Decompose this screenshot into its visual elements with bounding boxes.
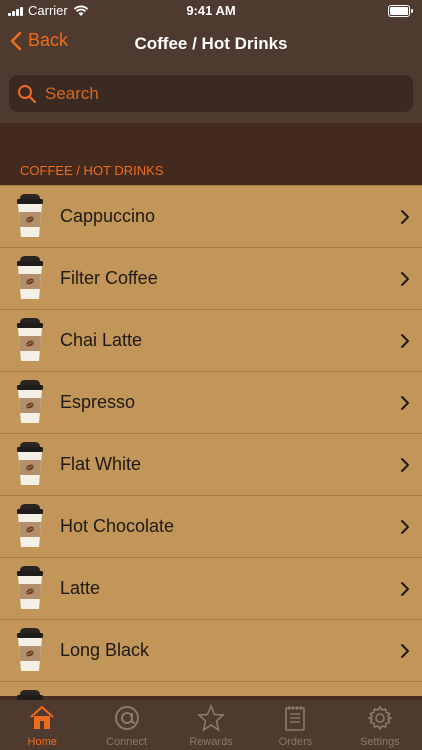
- tab-orders[interactable]: Orders: [253, 700, 337, 750]
- list-item[interactable]: Filter Coffee: [0, 247, 422, 309]
- status-bar: Carrier 9:41 AM: [0, 0, 422, 22]
- chevron-right-icon: [400, 643, 410, 659]
- tab-label: Rewards: [189, 736, 233, 748]
- status-right: [388, 5, 413, 17]
- chevron-right-icon: [400, 333, 410, 349]
- list-item[interactable]: Espresso: [0, 371, 422, 433]
- list-item-label: Chai Latte: [60, 330, 143, 350]
- list-item-label: Flat White: [60, 454, 142, 474]
- tab-label: Orders: [278, 736, 313, 748]
- tab-bar: Home Connect Rewards Orders Settings: [0, 700, 422, 750]
- star-icon: [197, 703, 225, 732]
- tab-settings[interactable]: Settings: [338, 700, 422, 750]
- coffee-cup-icon: [14, 441, 46, 487]
- list-item[interactable]: [0, 681, 422, 733]
- drink-list: Cappuccino Filter Coffee Chai Latte Espr…: [0, 185, 422, 733]
- list-item[interactable]: Latte: [0, 557, 422, 619]
- tab-rewards[interactable]: Rewards: [169, 700, 253, 750]
- coffee-cup-icon: [14, 565, 46, 611]
- list-item-label: Cappuccino: [60, 206, 156, 226]
- coffee-cup-icon: [14, 503, 46, 549]
- home-icon: [28, 704, 56, 732]
- status-time: 9:41 AM: [186, 3, 236, 18]
- coffee-cup-icon: [14, 193, 46, 239]
- at-icon: [113, 704, 141, 732]
- chevron-right-icon: [400, 395, 410, 411]
- list-item[interactable]: Long Black: [0, 619, 422, 681]
- section-header: COFFEE / HOT DRINKS: [20, 163, 164, 178]
- list-item[interactable]: Flat White: [0, 433, 422, 495]
- coffee-cup-icon: [14, 255, 46, 301]
- tab-home[interactable]: Home: [0, 700, 84, 750]
- list-item[interactable]: Hot Chocolate: [0, 495, 422, 557]
- tab-label: Connect: [106, 736, 148, 748]
- chevron-right-icon: [400, 581, 410, 597]
- list-item-label: Long Black: [60, 640, 150, 660]
- list-item-label: Filter Coffee: [60, 268, 158, 288]
- coffee-cup-icon: [14, 317, 46, 363]
- tab-label: Home: [27, 736, 57, 748]
- list-item[interactable]: Chai Latte: [0, 309, 422, 371]
- notepad-icon: [281, 704, 309, 732]
- tab-connect[interactable]: Connect: [84, 700, 168, 750]
- chevron-right-icon: [400, 209, 410, 225]
- chevron-right-icon: [400, 457, 410, 473]
- search-bar[interactable]: [9, 75, 413, 112]
- search-bar-container: [0, 66, 422, 123]
- list-item-label: Espresso: [60, 392, 136, 412]
- tab-label: Settings: [359, 736, 400, 748]
- list-item[interactable]: Cappuccino: [0, 185, 422, 247]
- page-title: Coffee / Hot Drinks: [134, 34, 288, 53]
- gear-icon: [366, 704, 394, 732]
- navigation-bar: Back Coffee / Hot Drinks: [0, 22, 422, 66]
- list-item-label: Latte: [60, 578, 101, 598]
- battery-icon: [388, 5, 413, 17]
- search-input[interactable]: [43, 82, 407, 105]
- chevron-right-icon: [400, 519, 410, 535]
- coffee-cup-icon: [14, 627, 46, 673]
- chevron-right-icon: [400, 271, 410, 287]
- search-icon: [18, 84, 37, 103]
- section-header-area: COFFEE / HOT DRINKS: [0, 123, 422, 185]
- coffee-cup-icon: [14, 379, 46, 425]
- list-item-label: Hot Chocolate: [60, 516, 175, 536]
